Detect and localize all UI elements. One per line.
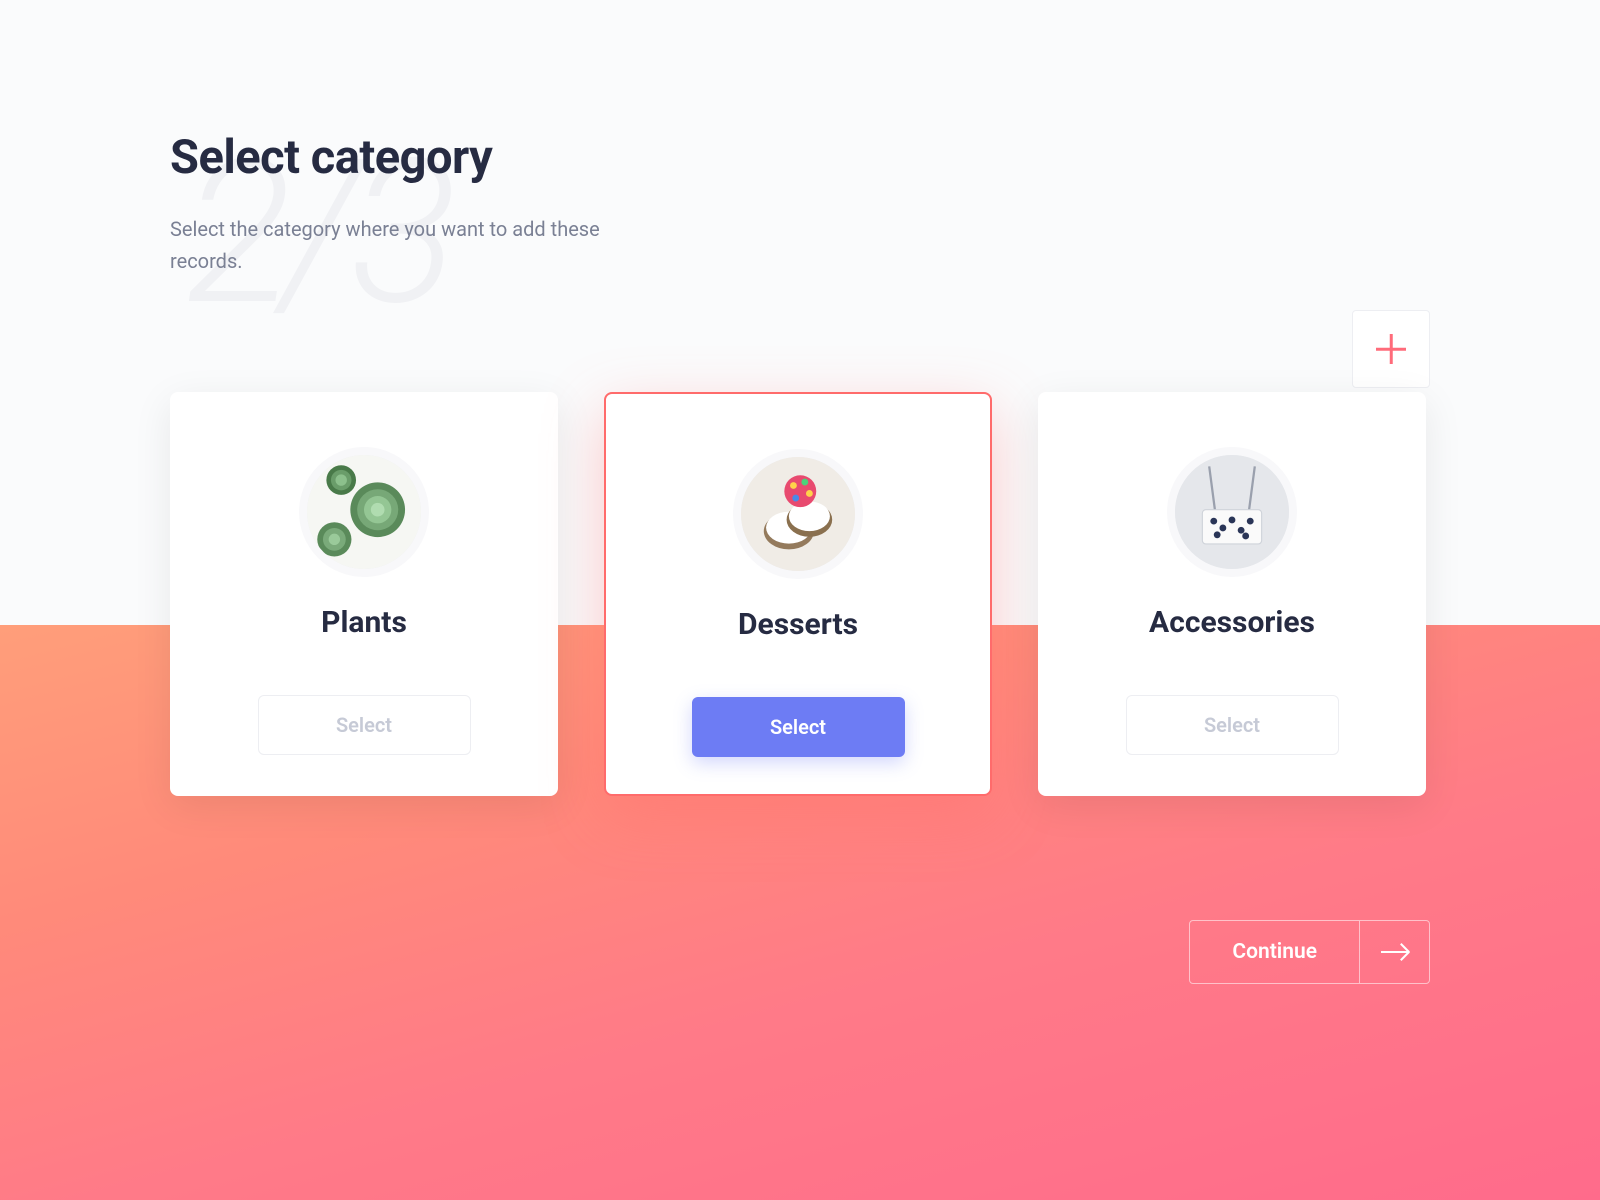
select-button-accessories[interactable]: Select (1126, 695, 1339, 755)
category-title: Desserts (738, 607, 858, 642)
select-button-desserts[interactable]: Select (692, 697, 905, 757)
category-cards: Plants Select Desserts Select (170, 392, 1430, 796)
add-category-button[interactable] (1352, 310, 1430, 388)
category-image-accessories (1167, 447, 1297, 577)
page-subtitle: Select the category where you want to ad… (170, 213, 600, 277)
category-title: Accessories (1149, 605, 1315, 640)
main-container: 2/3 Select category Select the category … (0, 0, 1600, 1200)
select-button-plants[interactable]: Select (258, 695, 471, 755)
continue-button[interactable]: Continue (1189, 920, 1430, 984)
category-card-accessories[interactable]: Accessories Select (1038, 392, 1426, 796)
continue-label: Continue (1190, 921, 1359, 983)
category-card-desserts[interactable]: Desserts Select (604, 392, 992, 796)
arrow-right-icon (1359, 921, 1429, 983)
page-header: Select category Select the category wher… (170, 130, 770, 277)
category-card-plants[interactable]: Plants Select (170, 392, 558, 796)
page-title: Select category (170, 130, 770, 185)
plus-icon (1376, 334, 1406, 364)
category-title: Plants (321, 605, 407, 640)
category-image-desserts (733, 449, 863, 579)
category-image-plants (299, 447, 429, 577)
